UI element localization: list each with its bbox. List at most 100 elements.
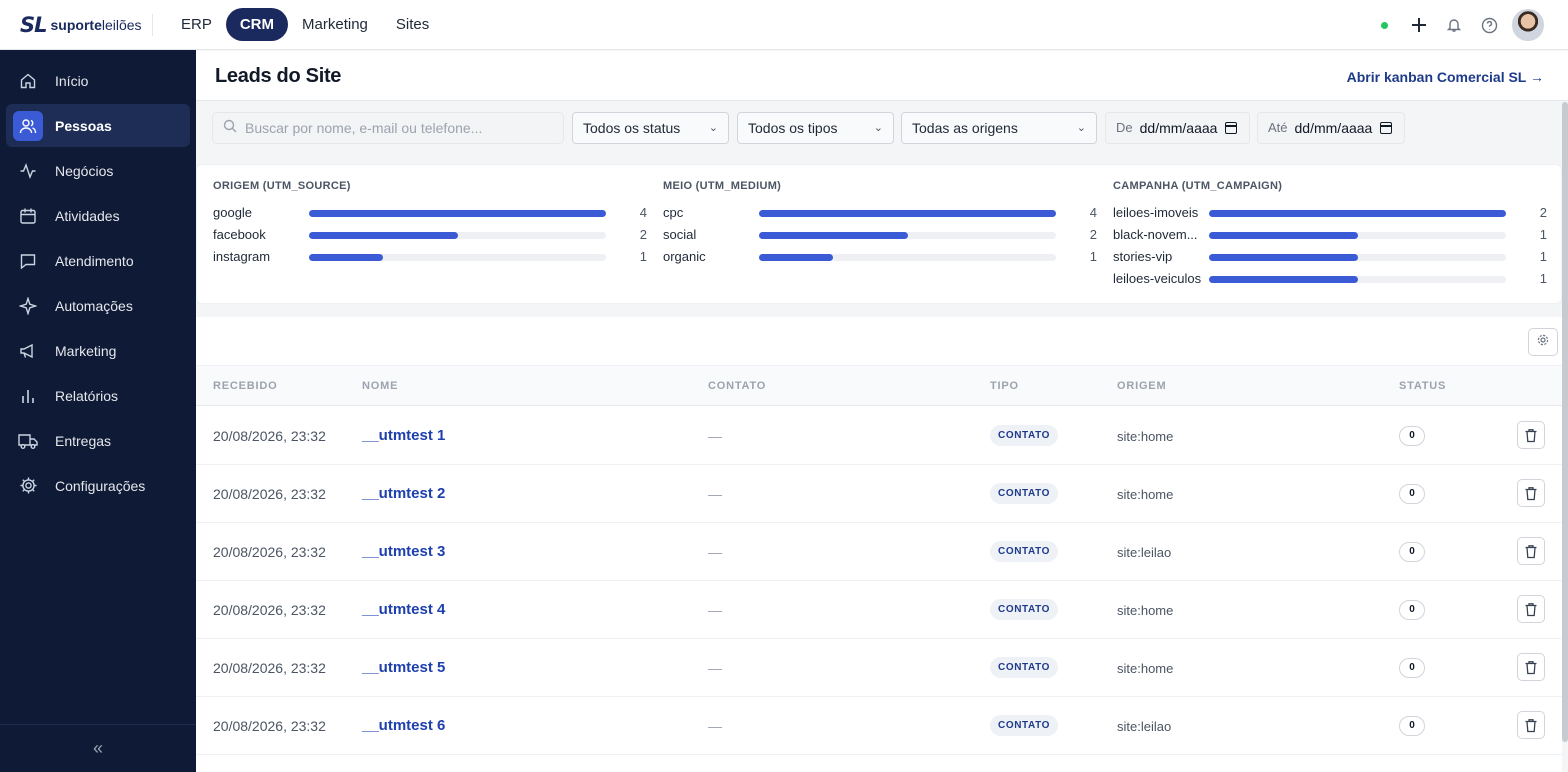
utm-campaign-column: CAMPANHA (UTM_CAMPAIGN) leiloes-imoveis 2…: [1113, 180, 1547, 290]
column-header-status[interactable]: STATUS: [1399, 380, 1446, 392]
status-filter-value: Todos os status: [583, 120, 681, 136]
trash-icon: [1525, 718, 1537, 732]
received-cell: 20/08/2026, 23:32: [213, 428, 326, 444]
utm-medium-row: organic 1: [663, 246, 1097, 268]
sidebar-item-marketing[interactable]: Marketing: [6, 329, 190, 372]
origin-cell: site:home: [1117, 487, 1174, 502]
sidebar-item-pessoas[interactable]: Pessoas: [6, 104, 190, 147]
delete-button[interactable]: [1517, 595, 1545, 623]
calendar-icon: [16, 204, 40, 228]
date-from-field[interactable]: De dd/mm/aaaa: [1105, 112, 1250, 144]
topnav-crm[interactable]: CRM: [225, 8, 289, 41]
utm-bar-fill: [759, 254, 834, 261]
search-icon: [223, 119, 237, 138]
table-row[interactable]: 20/08/2026, 23:32 __utmtest 6 — CONTATO …: [196, 697, 1562, 755]
table-settings-button[interactable]: [1528, 328, 1558, 356]
delete-button[interactable]: [1517, 537, 1545, 565]
utm-source-row: google 4: [213, 202, 647, 224]
gear-icon: [1536, 333, 1550, 352]
sidebar-item-label: Entregas: [55, 432, 112, 449]
date-to-label: Até: [1268, 120, 1288, 135]
plus-icon[interactable]: [1405, 11, 1433, 39]
date-to-value: dd/mm/aaaa: [1294, 120, 1373, 136]
delete-button[interactable]: [1517, 711, 1545, 739]
type-badge: CONTATO: [990, 599, 1058, 620]
status-badge: 0: [1399, 484, 1425, 504]
vertical-scrollbar[interactable]: [1562, 102, 1568, 742]
table-row[interactable]: 20/08/2026, 23:32 __utmtest 3 — CONTATO …: [196, 523, 1562, 581]
utm-bar-fill: [759, 210, 1056, 217]
utm-source-row: instagram 1: [213, 246, 647, 268]
sidebar-item-label: Início: [55, 72, 89, 89]
sidebar-item-entregas[interactable]: Entregas: [6, 419, 190, 462]
truck-icon: [16, 429, 40, 453]
utm-count: 1: [1539, 249, 1547, 264]
column-header-recebido[interactable]: RECEBIDO: [213, 380, 277, 392]
users-icon: [13, 110, 43, 141]
date-to-field[interactable]: Até dd/mm/aaaa: [1257, 112, 1405, 144]
delete-button[interactable]: [1517, 653, 1545, 681]
calendar-icon[interactable]: [1380, 122, 1393, 134]
column-header-contato[interactable]: CONTATO: [708, 380, 766, 392]
utm-label: organic: [663, 249, 706, 264]
open-kanban-link[interactable]: Abrir kanban Comercial SL →: [1347, 69, 1544, 85]
utm-count: 1: [1539, 227, 1547, 242]
lead-name-link[interactable]: __utmtest 1: [362, 427, 445, 444]
sidebar-item-negocios[interactable]: Negócios: [6, 149, 190, 192]
utm-label: stories-vip: [1113, 249, 1173, 264]
table-row[interactable]: 20/08/2026, 23:32 __utmtest 5 — CONTATO …: [196, 639, 1562, 697]
topnav-erp[interactable]: ERP: [167, 8, 226, 41]
utm-bar-track: [309, 210, 606, 217]
table-row[interactable]: 20/08/2026, 23:32 __utmtest 1 — CONTATO …: [196, 407, 1562, 465]
leads-table: RECEBIDO NOME CONTATO TIPO ORIGEM STATUS…: [196, 317, 1562, 772]
page-header: Leads do Site Abrir kanban Comercial SL …: [196, 51, 1568, 101]
lead-name-link[interactable]: __utmtest 2: [362, 485, 445, 502]
search-input[interactable]: [245, 120, 545, 136]
origin-cell: site:leilao: [1117, 545, 1172, 560]
utm-source-column: ORIGEM (UTM_SOURCE) google 4 facebook 2 in…: [213, 180, 647, 268]
help-icon[interactable]: [1475, 11, 1503, 39]
sidebar-collapse-button[interactable]: «: [0, 724, 196, 772]
status-badge: 0: [1399, 658, 1425, 678]
lead-name-link[interactable]: __utmtest 5: [362, 659, 445, 676]
utm-summary-card: ORIGEM (UTM_SOURCE) google 4 facebook 2 in…: [196, 164, 1562, 304]
search-box[interactable]: [212, 112, 564, 144]
home-icon: [16, 69, 40, 93]
sidebar-item-relatorios[interactable]: Relatórios: [6, 374, 190, 417]
utm-medium-title: MEIO (UTM_MEDIUM): [663, 180, 782, 192]
column-header-origem[interactable]: ORIGEM: [1117, 380, 1166, 392]
top-nav: ERP CRM Marketing Sites: [167, 8, 443, 41]
type-badge: CONTATO: [990, 425, 1058, 446]
sidebar-item-atividades[interactable]: Atividades: [6, 194, 190, 237]
column-header-nome[interactable]: NOME: [362, 380, 398, 392]
user-avatar[interactable]: [1512, 9, 1544, 41]
column-header-tipo[interactable]: TIPO: [990, 380, 1019, 392]
sidebar-item-atendimento[interactable]: Atendimento: [6, 239, 190, 282]
sidebar-item-configuracoes[interactable]: Configurações: [6, 464, 190, 507]
origin-filter-select[interactable]: Todas as origens ⌄: [901, 112, 1097, 144]
status-filter-select[interactable]: Todos os status ⌄: [572, 112, 729, 144]
calendar-icon[interactable]: [1225, 122, 1238, 134]
type-filter-select[interactable]: Todos os tipos ⌄: [737, 112, 894, 144]
table-row[interactable]: 20/08/2026, 23:32 __utmtest 2 — CONTATO …: [196, 465, 1562, 523]
sidebar-item-automacoes[interactable]: Automações: [6, 284, 190, 327]
utm-bar-fill: [1209, 276, 1358, 283]
utm-count: 1: [1089, 249, 1097, 264]
brand-mark: SL: [20, 13, 47, 37]
contact-cell: —: [708, 544, 722, 560]
bell-icon[interactable]: [1440, 11, 1468, 39]
delete-button[interactable]: [1517, 479, 1545, 507]
utm-count: 2: [1089, 227, 1097, 242]
topnav-sites[interactable]: Sites: [382, 8, 443, 41]
delete-button[interactable]: [1517, 421, 1545, 449]
table-row[interactable]: 20/08/2026, 23:32 __utmtest 4 — CONTATO …: [196, 581, 1562, 639]
brand-logo[interactable]: SL suporteleilões: [20, 12, 142, 38]
topnav-marketing[interactable]: Marketing: [288, 8, 382, 41]
utm-campaign-title: CAMPANHA (UTM_CAMPAIGN): [1113, 180, 1283, 192]
sidebar-item-inicio[interactable]: Início: [6, 59, 190, 102]
origin-filter-value: Todas as origens: [912, 120, 1018, 136]
status-badge: 0: [1399, 716, 1425, 736]
lead-name-link[interactable]: __utmtest 3: [362, 543, 445, 560]
lead-name-link[interactable]: __utmtest 6: [362, 717, 445, 734]
lead-name-link[interactable]: __utmtest 4: [362, 601, 445, 618]
